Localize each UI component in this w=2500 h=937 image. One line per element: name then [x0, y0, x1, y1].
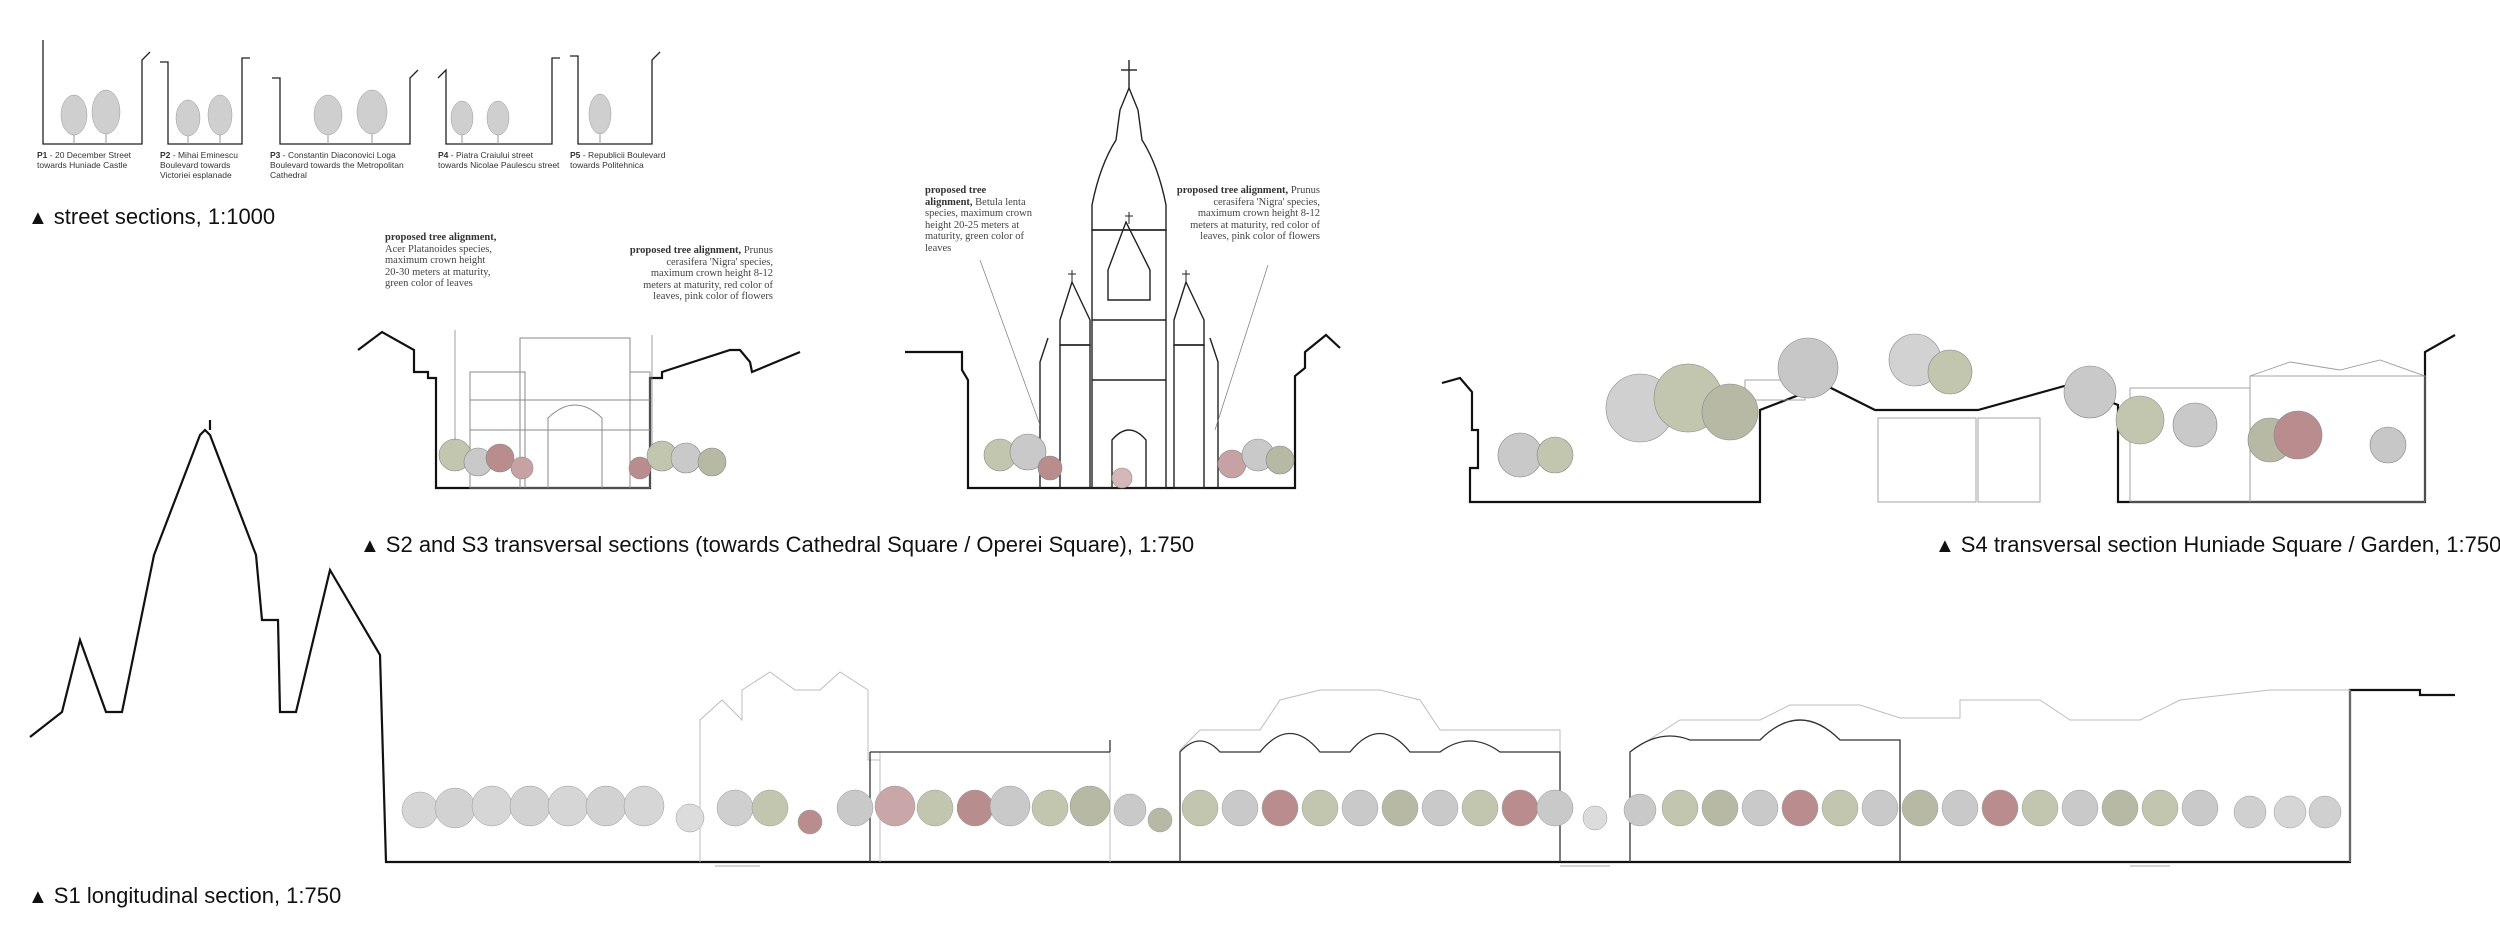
s1-title: ▲ S1 longitudinal section, 1:750: [28, 883, 341, 909]
caption-code: P5: [570, 150, 581, 160]
caption-text: - Mihai Eminescu Boulevard towards Victo…: [160, 150, 238, 180]
s1-outlined-buildings: [869, 719, 1901, 862]
s1-ghost-buildings: [699, 671, 2351, 862]
triangle-marker-icon: ▲: [28, 207, 48, 229]
title-text: S1 longitudinal section, 1:750: [53, 883, 342, 908]
caption-code: P4: [438, 150, 449, 160]
tree-note-2: proposed tree alignment, Prunus cerasife…: [625, 245, 773, 303]
caption-code: P2: [160, 150, 171, 160]
street-section-p5: [570, 51, 661, 145]
street-sections-title: ▲ street sections, 1:1000: [28, 204, 275, 230]
street-section-trees: [60, 89, 612, 137]
note-head: proposed tree alignment,: [1176, 185, 1289, 196]
caption-text: - Piatra Craiului street towards Nicolae…: [438, 150, 560, 170]
s4-trees: [1497, 333, 2407, 478]
caption-code: P1: [37, 150, 48, 160]
title-text: street sections, 1:1000: [53, 204, 276, 229]
note-text: Acer Platanoides species, maximum crown …: [385, 243, 493, 290]
street-caption-p5: P5 - Republicii Boulevard towards Polite…: [570, 150, 670, 170]
note-head: proposed tree alignment,: [629, 245, 742, 256]
tree-note-1: proposed tree alignment, Acer Platanoide…: [385, 232, 497, 290]
triangle-marker-icon: ▲: [360, 535, 380, 557]
street-caption-p2: P2 - Mihai Eminescu Boulevard towards Vi…: [160, 150, 260, 180]
street-section-p3: [272, 69, 419, 145]
street-caption-p4: P4 - Piatra Craiului street towards Nico…: [438, 150, 563, 170]
s2-trees: [438, 438, 727, 480]
title-text: S2 and S3 transversal sections (towards …: [385, 532, 1195, 557]
s3-trees: [983, 433, 1295, 489]
s1-trees: [401, 785, 2342, 835]
triangle-marker-icon: ▲: [28, 886, 48, 908]
tree-note-3: proposed tree alignment, Betula lenta sp…: [925, 185, 1033, 254]
cathedral: [1039, 60, 1219, 489]
note-head: proposed tree alignment,: [385, 232, 497, 243]
street-caption-p1: P1 - 20 December Street towards Huniade …: [37, 150, 147, 170]
note-leaders: [454, 259, 1269, 445]
caption-text: - 20 December Street towards Huniade Cas…: [37, 150, 132, 170]
s2-s3-title: ▲ S2 and S3 transversal sections (towards…: [360, 532, 1194, 558]
caption-text: - Republicii Boulevard towards Politehni…: [570, 150, 666, 170]
title-text: S4 transversal section Huniade Square / …: [1960, 532, 2500, 557]
street-caption-p3: P3 - Constantin Diaconovici Loga Bouleva…: [270, 150, 415, 180]
sections-drawing: [29, 40, 2456, 867]
triangle-marker-icon: ▲: [1935, 535, 1955, 557]
street-section-p2: [160, 57, 250, 145]
tree-note-4: proposed tree alignment, Prunus cerasife…: [1172, 185, 1320, 243]
caption-code: P3: [270, 150, 281, 160]
caption-text: - Constantin Diaconovici Loga Boulevard …: [270, 150, 404, 180]
s4-title: ▲ S4 transversal section Huniade Square /…: [1935, 532, 2500, 558]
s2-section-outline: [357, 330, 801, 490]
